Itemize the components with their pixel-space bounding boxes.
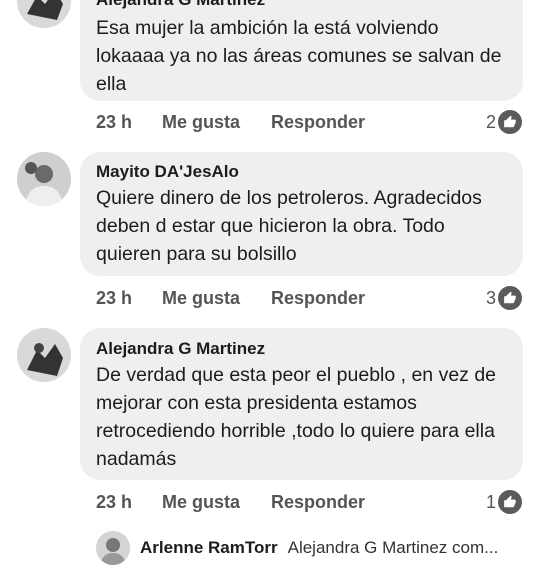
- reaction-count: 2: [485, 111, 496, 132]
- comment-bubble: Mayito DA'JesAlo Quiere dinero de los pe…: [80, 152, 523, 276]
- comment-actions: 23 h Me gusta Responder 3: [96, 286, 522, 310]
- thumbs-up-icon: [498, 286, 522, 310]
- like-button[interactable]: Me gusta: [162, 288, 240, 309]
- comment-bubble: Alejandra G Martinez Esa mujer la ambici…: [80, 0, 523, 101]
- like-button[interactable]: Me gusta: [162, 492, 240, 513]
- comment-time[interactable]: 23 h: [96, 112, 132, 133]
- reply-button[interactable]: Responder: [271, 492, 365, 513]
- comment-author[interactable]: Alejandra G Martinez: [96, 0, 507, 10]
- comment-time[interactable]: 23 h: [96, 492, 132, 513]
- comment-bubble: Alejandra G Martinez De verdad que esta …: [80, 328, 523, 480]
- avatar[interactable]: [17, 152, 71, 206]
- reply-preview-text: Alejandra G Martinez com...: [287, 538, 499, 557]
- reply-preview[interactable]: Arlenne RamTorr Alejandra G Martinez com…: [96, 530, 536, 566]
- reply-button[interactable]: Responder: [271, 112, 365, 133]
- comment-actions: 23 h Me gusta Responder 2: [96, 110, 522, 134]
- comment-author[interactable]: Mayito DA'JesAlo: [96, 152, 507, 182]
- reaction-summary[interactable]: 3: [486, 286, 522, 310]
- comment-text: Quiere dinero de los petroleros. Agradec…: [96, 187, 482, 265]
- avatar[interactable]: [17, 328, 71, 382]
- reaction-count: 3: [485, 287, 496, 308]
- thumbs-up-icon: [498, 110, 522, 134]
- comment-text: Esa mujer la ambición la está volviendo …: [96, 17, 502, 95]
- reply-button[interactable]: Responder: [271, 288, 365, 309]
- reply-author[interactable]: Arlenne RamTorr: [140, 538, 278, 558]
- reaction-count: 1: [485, 491, 496, 512]
- reaction-summary[interactable]: 2: [486, 110, 522, 134]
- thumbs-up-icon: [498, 490, 522, 514]
- comment-actions: 23 h Me gusta Responder 1: [96, 490, 522, 514]
- comment-time[interactable]: 23 h: [96, 288, 132, 309]
- comment-text: De verdad que esta peor el pueblo , en v…: [96, 364, 497, 470]
- avatar[interactable]: [17, 0, 71, 28]
- like-button[interactable]: Me gusta: [162, 112, 240, 133]
- reaction-summary[interactable]: 1: [486, 490, 522, 514]
- reply-avatar[interactable]: [96, 531, 130, 565]
- comment-author[interactable]: Alejandra G Martinez: [96, 328, 507, 359]
